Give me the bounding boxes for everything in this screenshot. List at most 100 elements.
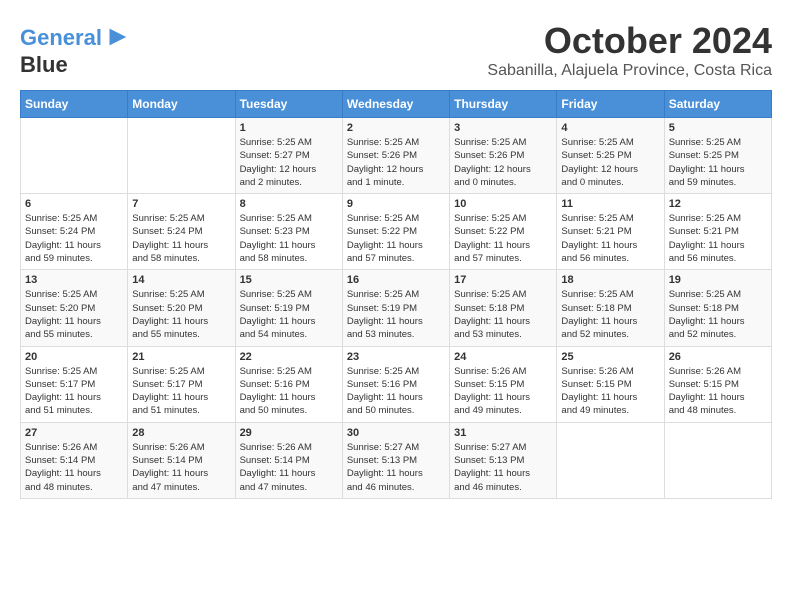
page-title: October 2024 [487,20,772,62]
day-info: Sunrise: 5:25 AM Sunset: 5:24 PM Dayligh… [132,212,230,265]
day-number: 16 [347,274,445,286]
day-cell: 21Sunrise: 5:25 AM Sunset: 5:17 PM Dayli… [128,346,235,422]
day-info: Sunrise: 5:25 AM Sunset: 5:19 PM Dayligh… [347,288,445,341]
day-number: 9 [347,198,445,210]
day-cell: 23 Sunrise: 5:25 AM Sunset: 5:16 PM Dayli… [342,346,449,422]
day-info: Sunrise: 5:25 AM Sunset: 5:18 PM Dayligh… [669,288,767,341]
day-info: Sunrise: 5:25 AM Sunset: 5:24 PM Dayligh… [25,212,123,265]
day-cell: 11 Sunrise: 5:25 AM Sunset: 5:21 PM Dayli… [557,194,664,270]
title-block: October 2024 Sabanilla, Alajuela Provinc… [487,20,772,80]
day-number: 19 [669,274,767,286]
day-info: Sunrise: 5:27 AM Sunset: 5:13 PM Dayligh… [347,441,445,494]
day-number: 20 [25,351,123,363]
header-cell-monday: Monday [128,91,235,118]
day-number: 13 [25,274,123,286]
day-info: Sunrise: 5:26 AM Sunset: 5:15 PM Dayligh… [454,365,552,418]
day-number: 25 [561,351,659,363]
day-number: 8 [240,198,338,210]
day-cell: 10Sunrise: 5:25 AM Sunset: 5:22 PM Dayli… [450,194,557,270]
day-cell: 8 Sunrise: 5:25 AM Sunset: 5:23 PM Daylig… [235,194,342,270]
header-cell-sunday: Sunday [21,91,128,118]
day-cell: 30 Sunrise: 5:27 AM Sunset: 5:13 PM Dayli… [342,422,449,498]
day-cell: 4 Sunrise: 5:25 AM Sunset: 5:25 PM Daylig… [557,118,664,194]
day-info: Sunrise: 5:25 AM Sunset: 5:16 PM Dayligh… [240,365,338,418]
day-info: Sunrise: 5:25 AM Sunset: 5:18 PM Dayligh… [454,288,552,341]
day-cell: 14 Sunrise: 5:25 AM Sunset: 5:20 PM Dayli… [128,270,235,346]
day-info: Sunrise: 5:26 AM Sunset: 5:14 PM Dayligh… [25,441,123,494]
day-number: 23 [347,351,445,363]
week-row-5: 27 Sunrise: 5:26 AM Sunset: 5:14 PM Dayli… [21,422,772,498]
day-number: 30 [347,427,445,439]
day-info: Sunrise: 5:25 AM Sunset: 5:25 PM Dayligh… [561,136,659,189]
day-info: Sunrise: 5:25 AM Sunset: 5:23 PM Dayligh… [240,212,338,265]
day-info: Sunrise: 5:25 AM Sunset: 5:20 PM Dayligh… [25,288,123,341]
day-number: 11 [561,198,659,210]
day-cell: 3Sunrise: 5:25 AM Sunset: 5:26 PM Daylig… [450,118,557,194]
header-cell-saturday: Saturday [664,91,771,118]
day-info: Sunrise: 5:26 AM Sunset: 5:15 PM Dayligh… [669,365,767,418]
day-info: Sunrise: 5:25 AM Sunset: 5:21 PM Dayligh… [669,212,767,265]
day-number: 15 [240,274,338,286]
day-number: 17 [454,274,552,286]
day-info: Sunrise: 5:27 AM Sunset: 5:13 PM Dayligh… [454,441,552,494]
header-cell-friday: Friday [557,91,664,118]
day-number: 5 [669,122,767,134]
day-cell: 12 Sunrise: 5:25 AM Sunset: 5:21 PM Dayli… [664,194,771,270]
day-number: 12 [669,198,767,210]
day-cell: 27 Sunrise: 5:26 AM Sunset: 5:14 PM Dayli… [21,422,128,498]
page-header: General► Blue October 2024 Sabanilla, Al… [20,20,772,80]
day-cell: 31 Sunrise: 5:27 AM Sunset: 5:13 PM Dayli… [450,422,557,498]
day-cell: 5 Sunrise: 5:25 AM Sunset: 5:25 PM Daylig… [664,118,771,194]
day-cell: 13 Sunrise: 5:25 AM Sunset: 5:20 PM Dayli… [21,270,128,346]
day-info: Sunrise: 5:25 AM Sunset: 5:26 PM Dayligh… [454,136,552,189]
page-subtitle: Sabanilla, Alajuela Province, Costa Rica [487,62,772,80]
day-cell: 28Sunrise: 5:26 AM Sunset: 5:14 PM Dayli… [128,422,235,498]
day-number: 22 [240,351,338,363]
day-info: Sunrise: 5:25 AM Sunset: 5:25 PM Dayligh… [669,136,767,189]
day-info: Sunrise: 5:25 AM Sunset: 5:21 PM Dayligh… [561,212,659,265]
day-info: Sunrise: 5:25 AM Sunset: 5:22 PM Dayligh… [347,212,445,265]
header-cell-thursday: Thursday [450,91,557,118]
day-cell: 18Sunrise: 5:25 AM Sunset: 5:18 PM Dayli… [557,270,664,346]
day-number: 27 [25,427,123,439]
week-row-2: 6 Sunrise: 5:25 AM Sunset: 5:24 PM Daylig… [21,194,772,270]
day-cell: 9 Sunrise: 5:25 AM Sunset: 5:22 PM Daylig… [342,194,449,270]
day-cell: 24 Sunrise: 5:26 AM Sunset: 5:15 PM Dayli… [450,346,557,422]
day-cell: 1Sunrise: 5:25 AM Sunset: 5:27 PM Daylig… [235,118,342,194]
logo-text: General► [20,20,132,52]
day-number: 21 [132,351,230,363]
day-number: 28 [132,427,230,439]
day-cell: 25 Sunrise: 5:26 AM Sunset: 5:15 PM Dayli… [557,346,664,422]
day-number: 24 [454,351,552,363]
day-cell: 6 Sunrise: 5:25 AM Sunset: 5:24 PM Daylig… [21,194,128,270]
day-cell: 20Sunrise: 5:25 AM Sunset: 5:17 PM Dayli… [21,346,128,422]
day-number: 4 [561,122,659,134]
day-info: Sunrise: 5:25 AM Sunset: 5:26 PM Dayligh… [347,136,445,189]
header-cell-tuesday: Tuesday [235,91,342,118]
day-cell: 19 Sunrise: 5:25 AM Sunset: 5:18 PM Dayli… [664,270,771,346]
day-number: 6 [25,198,123,210]
day-info: Sunrise: 5:25 AM Sunset: 5:16 PM Dayligh… [347,365,445,418]
day-cell: 16 Sunrise: 5:25 AM Sunset: 5:19 PM Dayli… [342,270,449,346]
day-cell: 17 Sunrise: 5:25 AM Sunset: 5:18 PM Dayli… [450,270,557,346]
header-row: SundayMondayTuesdayWednesdayThursdayFrid… [21,91,772,118]
day-info: Sunrise: 5:26 AM Sunset: 5:15 PM Dayligh… [561,365,659,418]
day-number: 14 [132,274,230,286]
day-number: 26 [669,351,767,363]
day-number: 2 [347,122,445,134]
week-row-3: 13 Sunrise: 5:25 AM Sunset: 5:20 PM Dayli… [21,270,772,346]
day-info: Sunrise: 5:25 AM Sunset: 5:18 PM Dayligh… [561,288,659,341]
day-info: Sunrise: 5:25 AM Sunset: 5:20 PM Dayligh… [132,288,230,341]
day-cell [128,118,235,194]
logo-line2: Blue [20,52,132,78]
day-number: 31 [454,427,552,439]
day-info: Sunrise: 5:25 AM Sunset: 5:27 PM Dayligh… [240,136,338,189]
day-info: Sunrise: 5:26 AM Sunset: 5:14 PM Dayligh… [240,441,338,494]
logo: General► Blue [20,20,132,78]
day-cell [21,118,128,194]
day-cell: 15Sunrise: 5:25 AM Sunset: 5:19 PM Dayli… [235,270,342,346]
day-cell: 7Sunrise: 5:25 AM Sunset: 5:24 PM Daylig… [128,194,235,270]
week-row-1: 1Sunrise: 5:25 AM Sunset: 5:27 PM Daylig… [21,118,772,194]
day-cell: 22 Sunrise: 5:25 AM Sunset: 5:16 PM Dayli… [235,346,342,422]
day-cell: 29Sunrise: 5:26 AM Sunset: 5:14 PM Dayli… [235,422,342,498]
